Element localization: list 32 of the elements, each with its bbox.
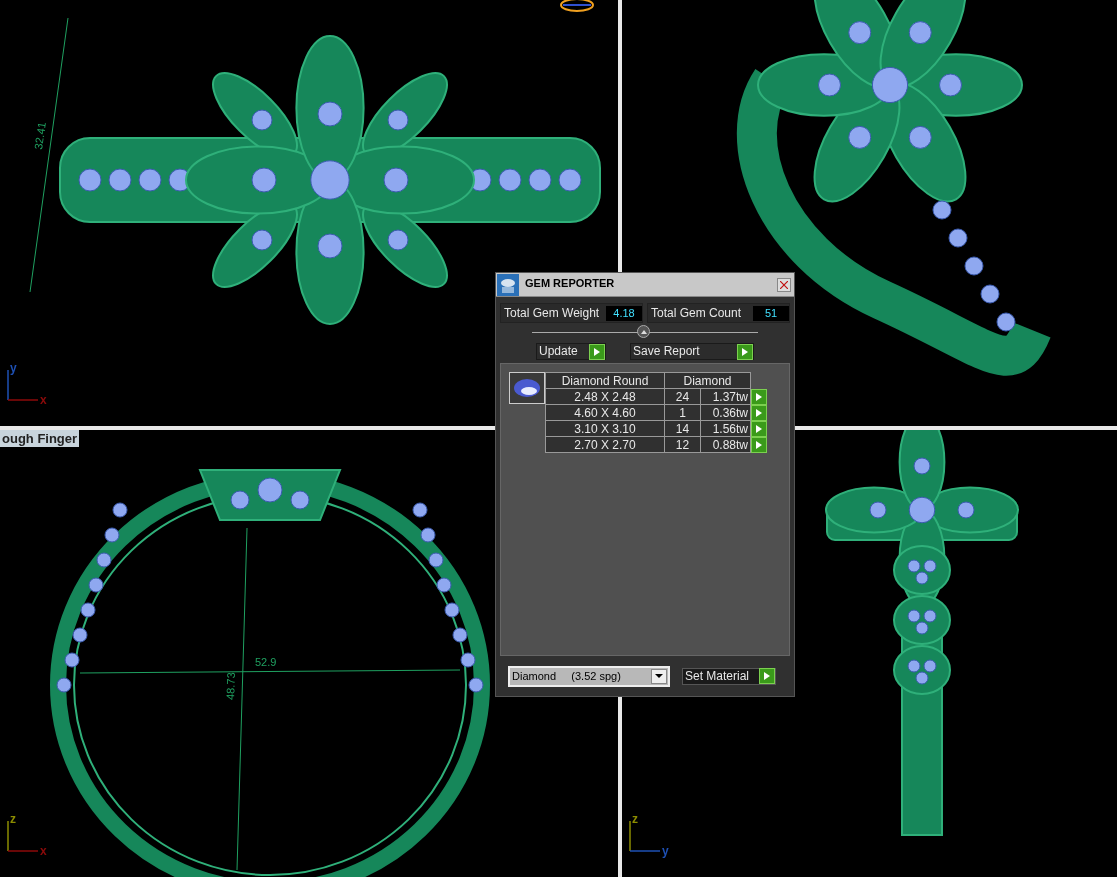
caret-up-icon	[640, 329, 647, 334]
stat-value: 51	[753, 305, 789, 321]
close-button[interactable]	[777, 277, 791, 292]
dimension-label: 52.9	[255, 656, 277, 668]
column-header[interactable]: Diamond Round	[545, 372, 665, 389]
gizmo-icon[interactable]	[559, 0, 595, 14]
action-button[interactable]: Save Report	[630, 343, 754, 360]
play-arrow-icon	[742, 347, 748, 356]
axis-label: z	[10, 813, 16, 825]
set-material-button[interactable]: Set Material	[682, 667, 776, 685]
splitter-handle[interactable]	[637, 325, 650, 338]
material-dropdown[interactable]: Diamond (3.52 spg)	[508, 665, 670, 687]
axis-label: x	[40, 845, 47, 857]
axis-label: z	[632, 813, 638, 825]
axis-label: y	[10, 362, 17, 374]
axis-label: x	[40, 394, 47, 406]
gem-icon	[513, 378, 541, 398]
row-action-button[interactable]	[751, 388, 767, 405]
stat-label: Total Gem Count	[650, 305, 743, 322]
action-button[interactable]: Update	[536, 343, 606, 360]
viewport-label[interactable]: ough Finger	[0, 430, 80, 447]
play-arrow-icon	[594, 347, 600, 356]
axis-label: y	[662, 845, 669, 857]
stat-label: Total Gem Weight	[503, 305, 601, 322]
column-header[interactable]: Diamond	[664, 372, 751, 389]
dimension-label: 48.73	[224, 672, 237, 701]
window-title: GEM REPORTER	[525, 276, 616, 291]
play-arrow-icon	[764, 672, 770, 680]
stat-value: 4.18	[606, 305, 642, 321]
dropdown-arrow-icon	[655, 674, 663, 678]
close-icon	[780, 280, 788, 289]
dimension-label: 32.41	[32, 121, 48, 151]
